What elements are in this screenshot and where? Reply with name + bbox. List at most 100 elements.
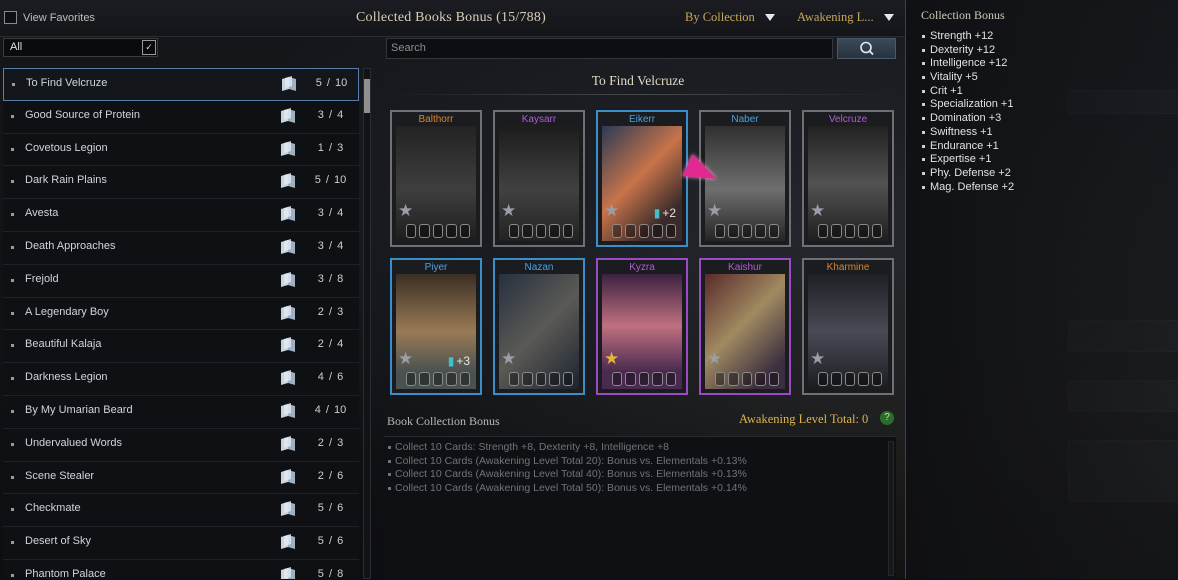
scrollbar-thumb[interactable] — [364, 79, 370, 113]
collection-list-item[interactable]: Scene Stealer 2 / 6 — [3, 461, 359, 495]
stat-line: Mag. Defense +2 — [922, 181, 1014, 195]
card-name: Eikerr — [628, 114, 656, 125]
collection-list-item[interactable]: Phantom Palace 5 / 8 — [3, 559, 359, 579]
collection-list-item[interactable]: A Legendary Boy 2 / 3 — [3, 297, 359, 331]
search-input[interactable]: Search — [386, 38, 833, 59]
bonus-line: Collect 10 Cards (Awakening Level Total … — [388, 454, 747, 467]
duplicate-count: ▮ +3 — [447, 354, 470, 368]
collection-list-item[interactable]: Death Approaches 3 / 4 — [3, 231, 359, 265]
collection-name: To Find Velcruze — [26, 77, 108, 89]
book-icon — [281, 435, 295, 451]
book-icon — [281, 566, 295, 579]
book-icon — [281, 238, 295, 254]
card-name: Kaishur — [728, 262, 762, 273]
collection-list: To Find Velcruze 5 / 10 Good Source of Pro… — [3, 68, 359, 579]
collection-count: 5 / 10 — [315, 77, 348, 89]
bullet-icon — [11, 541, 14, 545]
collection-list-item[interactable]: Darkness Legion 4 / 6 — [3, 363, 359, 396]
filter-select[interactable]: All ✓ — [3, 38, 158, 57]
collection-list-item[interactable]: Avesta 3 / 4 — [3, 199, 359, 232]
bullet-icon — [11, 278, 14, 282]
header-bar: View Favorites Collected Books Bonus (15… — [0, 0, 905, 37]
filter-select-value: All — [10, 41, 23, 53]
card[interactable]: Balthorr ★ — [390, 110, 482, 247]
collection-name: Covetous Legion — [25, 141, 108, 154]
stat-line: Domination +3 — [922, 112, 1014, 126]
card[interactable]: Kharmine ★ — [802, 258, 894, 395]
bonus-list-scrollbar[interactable] — [888, 441, 894, 576]
bullet-icon — [11, 409, 14, 413]
stat-line: Specialization +1 — [922, 98, 1014, 112]
bonus-line: Collect 10 Cards: Strength +8, Dexterity… — [387, 441, 670, 453]
star-icon: ★ — [501, 349, 517, 368]
card[interactable]: Piyer ★ ▮ +3 — [390, 258, 482, 395]
card-stack-icon: ▮ — [653, 206, 661, 220]
view-favorites-toggle[interactable]: View Favorites — [4, 11, 95, 24]
chevron-down-icon[interactable]: ✓ — [142, 40, 156, 55]
card[interactable]: Velcruze ★ — [802, 110, 894, 247]
collection-list-item[interactable]: To Find Velcruze 5 / 10 — [3, 68, 359, 101]
card-name: Kharmine — [826, 262, 870, 273]
collection-count: 5 / 6 — [317, 535, 344, 548]
book-icon — [281, 271, 295, 287]
card[interactable]: Kaysarr ★ — [493, 110, 585, 247]
view-favorites-label: View Favorites — [23, 11, 95, 24]
bullet-icon — [11, 442, 14, 446]
book-bonus-list: Collect 10 Cards: Strength +8, Dexterity… — [384, 436, 896, 580]
star-icon: ★ — [810, 201, 826, 220]
collection-list-item[interactable]: Desert of Sky 5 / 6 — [3, 527, 359, 560]
awakening-slots — [818, 224, 883, 238]
card[interactable]: Eikerr ★ ▮ +2 — [596, 110, 688, 247]
collection-list-item[interactable]: Undervalued Words 2 / 3 — [3, 428, 359, 462]
star-icon: ★ — [398, 201, 414, 220]
collection-name: Avesta — [25, 207, 59, 220]
card[interactable]: Kyzra ★ — [596, 258, 688, 395]
collection-list-item[interactable]: Frejold 3 / 8 — [3, 264, 359, 298]
collection-list-item[interactable]: Checkmate 5 / 6 — [3, 494, 359, 528]
collection-count: 2 / 3 — [317, 305, 344, 318]
stat-line: Intelligence +12 — [922, 57, 1014, 71]
sort-dropdown[interactable]: By Collection — [685, 10, 775, 25]
bullet-icon — [11, 245, 14, 249]
stat-line: Phy. Defense +2 — [922, 167, 1014, 181]
book-icon — [281, 501, 295, 517]
awakening-slots — [818, 372, 883, 386]
card-name: Balthorr — [418, 114, 454, 125]
collection-name: Death Approaches — [25, 239, 116, 252]
book-icon — [281, 468, 295, 484]
collection-count: 3 / 4 — [317, 108, 344, 121]
collection-list-item[interactable]: Covetous Legion 1 / 3 — [3, 133, 359, 167]
help-icon[interactable]: ? — [880, 411, 894, 425]
dropdown-arrow-icon — [764, 14, 775, 21]
collection-name: Undervalued Words — [25, 436, 123, 449]
collection-list-scrollbar[interactable] — [363, 68, 371, 579]
collection-count: 4 / 10 — [314, 403, 347, 416]
book-icon — [281, 173, 295, 189]
card[interactable]: Kaishur ★ — [699, 258, 791, 395]
collection-list-item[interactable]: Dark Rain Plains 5 / 10 — [3, 166, 359, 200]
collection-name: By My Umarian Beard — [25, 403, 133, 416]
collection-name: Scene Stealer — [25, 469, 95, 482]
collection-list-item[interactable]: Good Source of Protein 3 / 4 — [3, 100, 359, 134]
collection-count: 3 / 8 — [317, 272, 344, 285]
awakening-dropdown-label: Awakening L... — [797, 10, 874, 24]
collection-count: 3 / 4 — [317, 239, 344, 252]
duplicate-count: ▮ +2 — [653, 206, 676, 220]
awakening-slots — [612, 224, 677, 238]
star-icon: ★ — [501, 201, 517, 220]
book-icon — [281, 534, 295, 550]
card-name: Velcruze — [828, 114, 868, 125]
bullet-icon — [12, 83, 15, 86]
card-grid: Balthorr ★ Kaysarr ★ Eikerr ★ ▮ +2 Naber ★ Velcruz… — [390, 110, 895, 400]
card[interactable]: Nazan ★ — [493, 258, 585, 395]
awakening-slots — [612, 372, 677, 386]
collection-list-item[interactable]: By My Umarian Beard 4 / 10 — [3, 395, 359, 429]
collection-list-item[interactable]: Beautiful Kalaja 2 / 4 — [3, 330, 359, 364]
collection-bonus-title: Collection Bonus — [921, 8, 1005, 22]
awakening-dropdown[interactable]: Awakening L... — [797, 10, 894, 25]
favorites-checkbox[interactable] — [4, 11, 17, 24]
collection-count: 5 / 6 — [317, 502, 344, 515]
collection-count: 2 / 3 — [317, 436, 344, 449]
search-button[interactable] — [837, 38, 896, 59]
bullet-icon — [11, 213, 14, 217]
